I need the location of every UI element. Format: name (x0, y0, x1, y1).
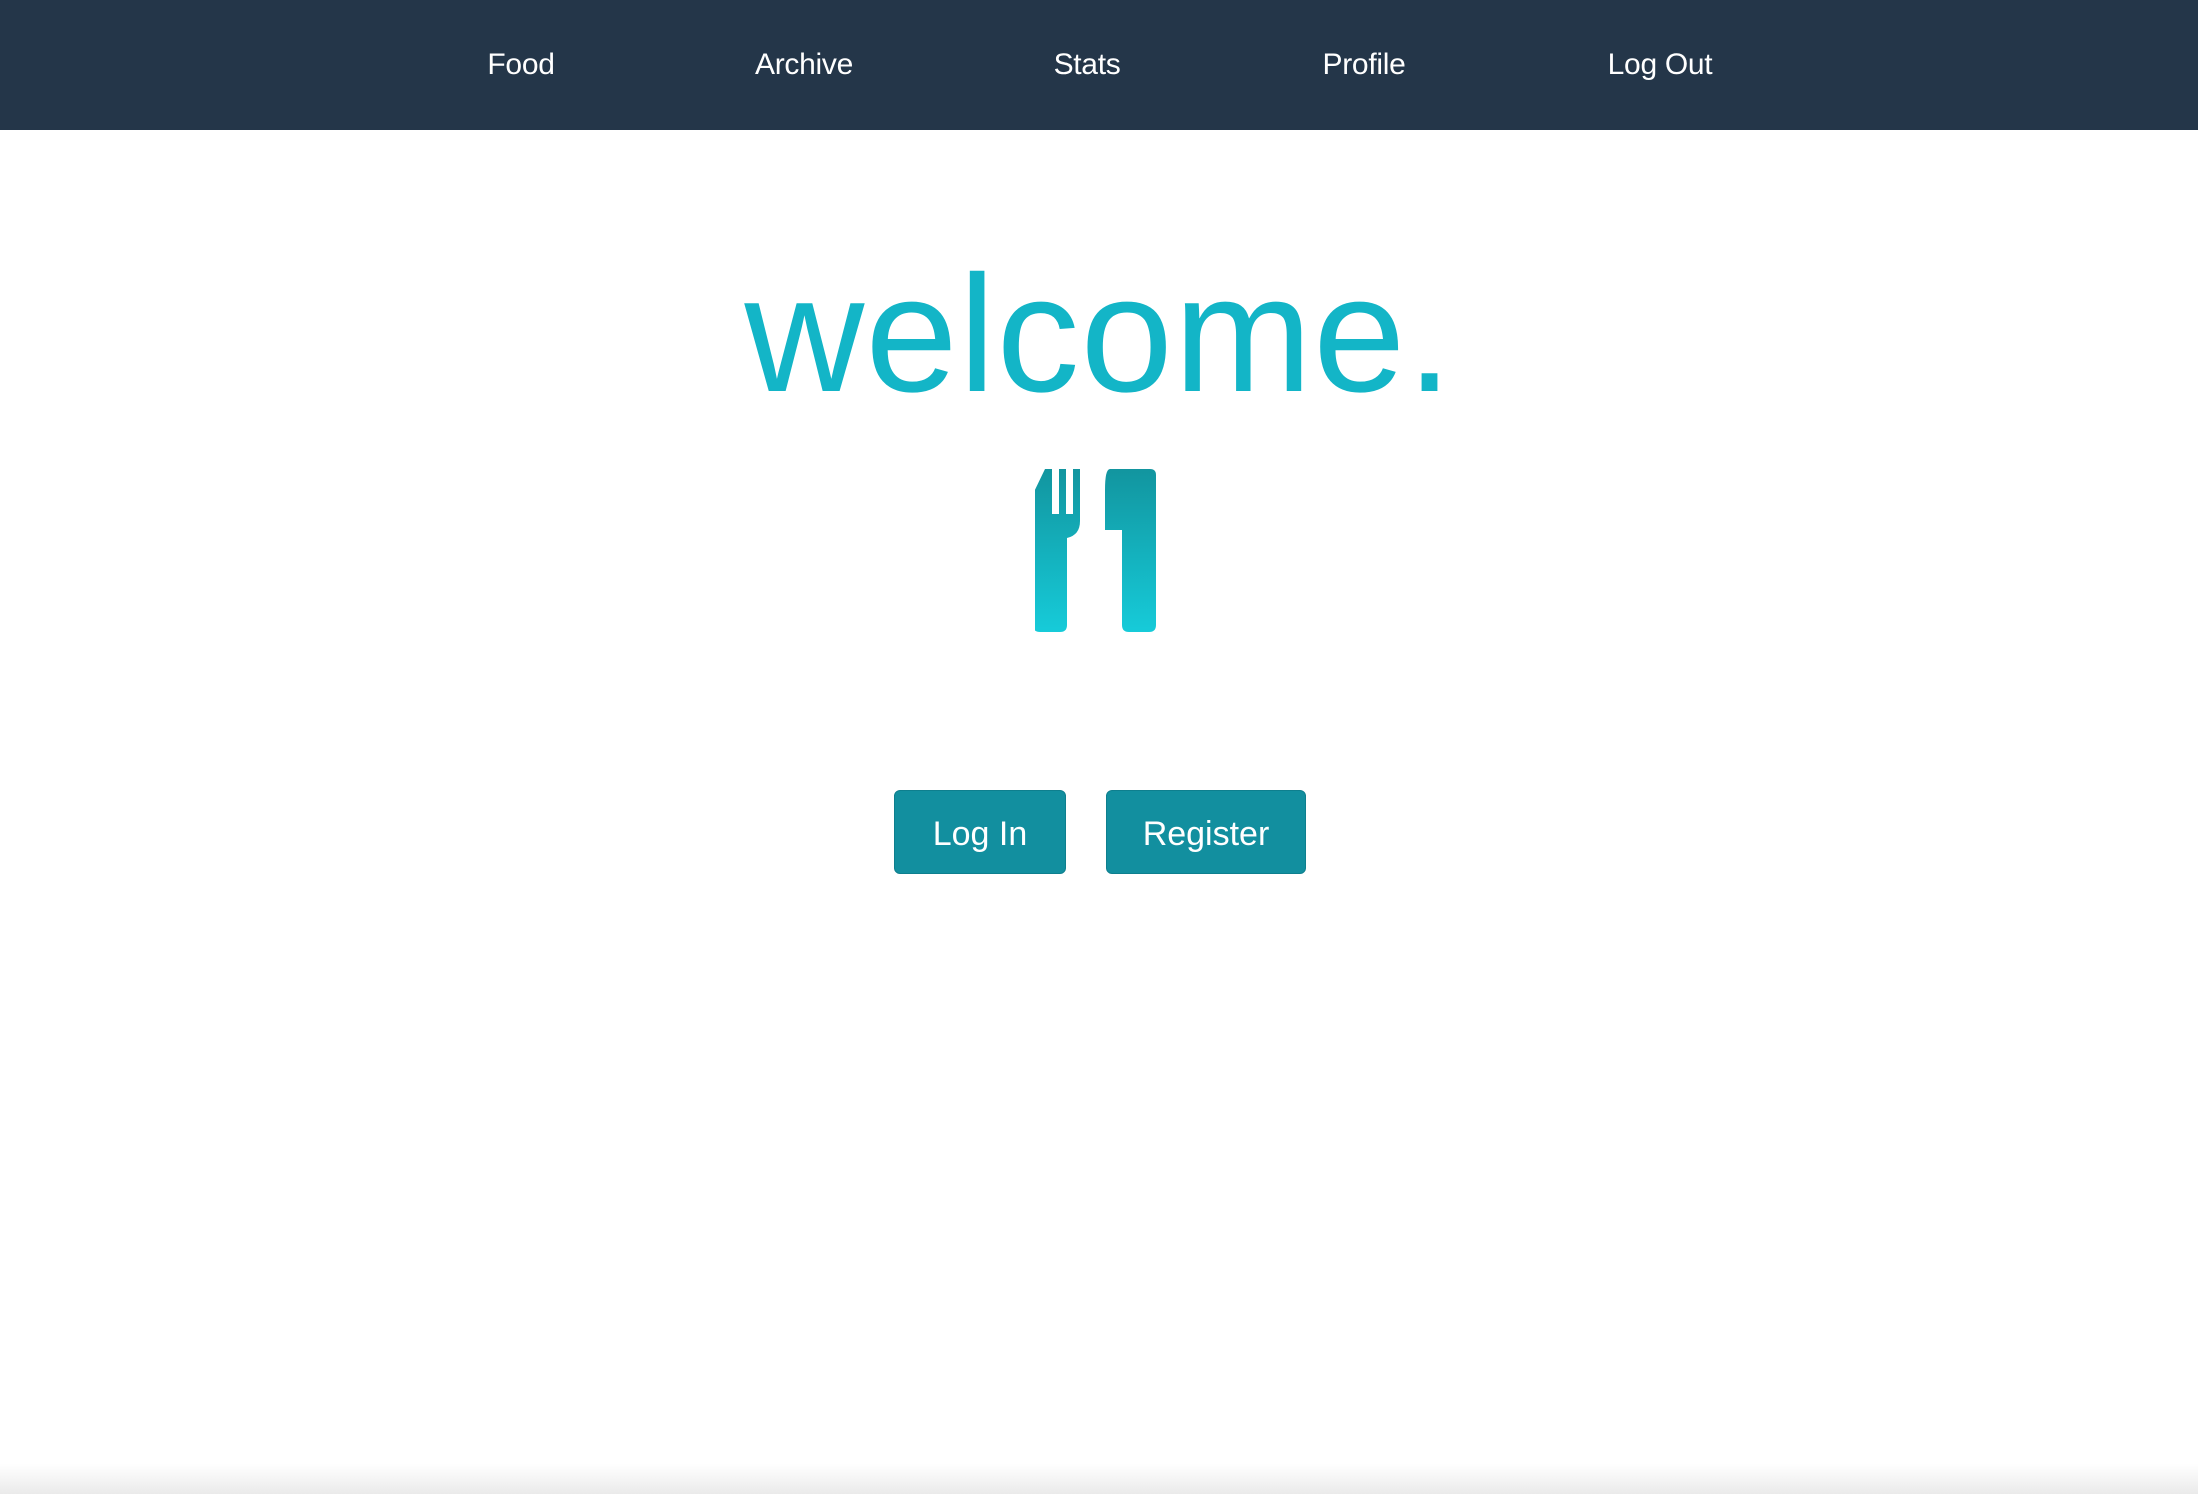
window-bottom-edge (0, 1464, 2198, 1494)
fork-knife-icon (1035, 469, 1156, 632)
nav-item-profile[interactable]: Profile (1323, 0, 1406, 130)
welcome-heading: welcome. (744, 242, 1454, 427)
nav-item-log-out[interactable]: Log Out (1608, 0, 1713, 130)
nav-item-archive[interactable]: Archive (755, 0, 853, 130)
nav-item-food[interactable]: Food (487, 0, 554, 130)
nav-item-stats[interactable]: Stats (1054, 0, 1121, 130)
register-button[interactable]: Register (1106, 790, 1306, 874)
log-in-button[interactable]: Log In (894, 790, 1066, 874)
top-navbar: Food Archive Stats Profile Log Out (0, 0, 2198, 130)
